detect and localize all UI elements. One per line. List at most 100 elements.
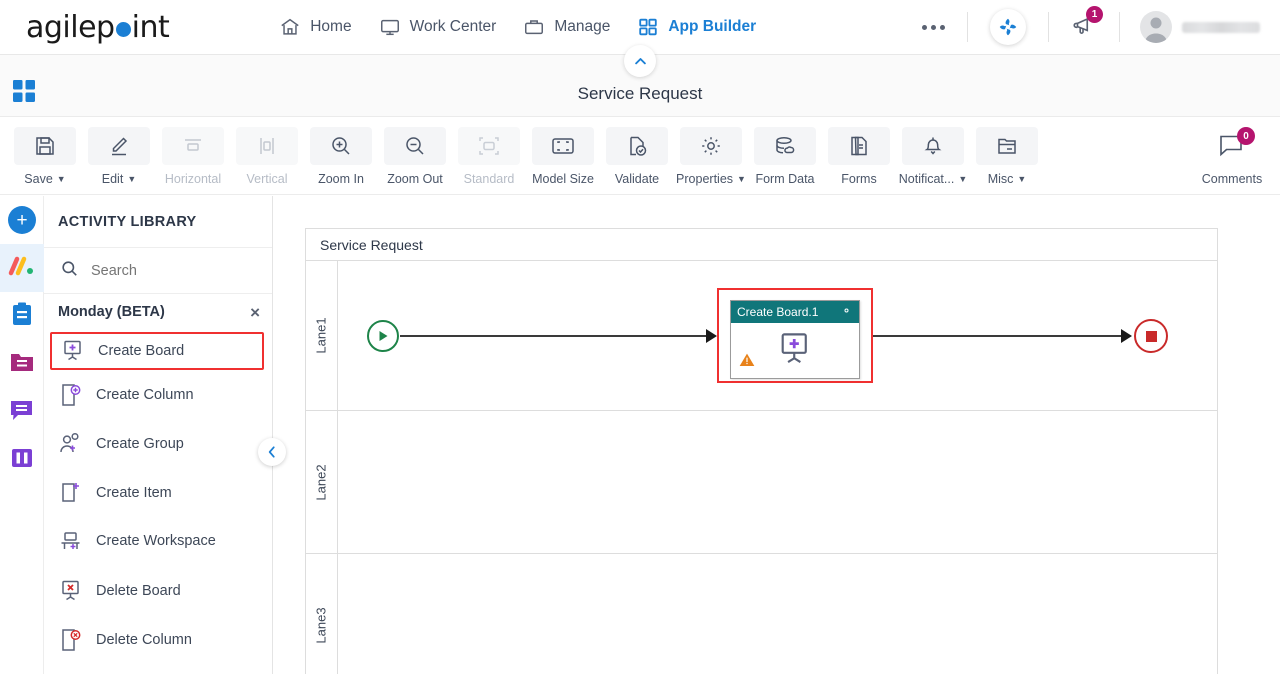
task-settings-gear-icon[interactable]: [840, 304, 853, 320]
logo-text-part1: agilep: [26, 9, 115, 45]
end-event[interactable]: [1134, 319, 1168, 353]
nav-item-work-center[interactable]: Work Center: [379, 16, 496, 38]
activity-item-create-column[interactable]: Create Column: [44, 370, 272, 419]
start-event[interactable]: [367, 320, 399, 352]
toolbar-label-form-data: Form Data: [755, 172, 815, 186]
toolbar-label-validate: Validate: [614, 172, 660, 186]
sequence-flow-1[interactable]: [400, 335, 708, 337]
toolbar-label-comments: Comments: [1201, 172, 1263, 186]
task-create-board[interactable]: Create Board.1: [730, 300, 860, 379]
nav-item-app-builder[interactable]: App Builder: [637, 16, 756, 38]
activity-item-delete-board[interactable]: Delete Board: [44, 566, 272, 615]
notification-badge: 1: [1086, 5, 1103, 23]
toolbar-label-notifications: Notificat...: [898, 172, 955, 186]
standard-size-icon: [458, 127, 520, 165]
chevron-down-icon: ▼: [958, 173, 968, 184]
save-icon: [14, 127, 76, 165]
announcements-button[interactable]: 1: [1071, 5, 1103, 43]
toolbar-label-vertical: Vertical: [246, 172, 288, 186]
lane-1[interactable]: Lane1 Create Board.1: [306, 261, 1217, 411]
agilepoint-pinwheel-button[interactable]: [990, 9, 1026, 45]
activity-label: Delete Board: [96, 582, 181, 599]
rail-item-add[interactable]: +: [0, 196, 44, 244]
panel-title: ACTIVITY LIBRARY: [44, 196, 272, 248]
top-right-actions: 1: [900, 0, 1280, 54]
toolbar-label-forms: Forms: [841, 172, 877, 186]
toolbar-zoom-in[interactable]: Zoom In: [304, 117, 378, 186]
activity-label: Delete Column: [96, 631, 192, 648]
horizontal-align-icon: [162, 127, 224, 165]
user-name: [1182, 21, 1260, 33]
toolbar-edit[interactable]: Edit ▼: [82, 117, 156, 186]
nav-item-manage[interactable]: Manage: [523, 16, 610, 38]
toolbar-save[interactable]: Save ▼: [8, 117, 82, 186]
toolbar-validate[interactable]: Validate: [600, 117, 674, 186]
more-options-button[interactable]: [900, 24, 967, 30]
activity-label: Create Board: [98, 343, 185, 359]
user-profile-menu[interactable]: [1140, 11, 1260, 43]
search-input[interactable]: [91, 262, 241, 279]
toolbar-vertical[interactable]: Vertical: [230, 117, 304, 186]
nav-item-home[interactable]: Home: [279, 16, 352, 38]
toolbar-notifications[interactable]: Notificat... ▼: [896, 117, 970, 186]
toolbar-standard[interactable]: Standard: [452, 117, 526, 186]
collapse-panel-button[interactable]: [258, 438, 286, 466]
chevron-down-icon: ▼: [737, 173, 746, 184]
create-workspace-icon: [58, 529, 84, 555]
lane-2-label-column: Lane2: [306, 411, 338, 553]
bell-icon: [902, 127, 964, 165]
activity-item-delete-column[interactable]: Delete Column: [44, 615, 272, 664]
toolbar-properties[interactable]: Properties ▼: [674, 117, 748, 186]
lane-3[interactable]: Lane3: [306, 554, 1217, 674]
toolbar-horizontal[interactable]: Horizontal: [156, 117, 230, 186]
rail-item-tasks[interactable]: [0, 292, 44, 340]
sequence-flow-1-arrow: [706, 329, 717, 343]
toolbar-zoom-out[interactable]: Zoom Out: [378, 117, 452, 186]
plus-circle-icon: +: [8, 206, 36, 234]
toolbar-misc[interactable]: Misc ▼: [970, 117, 1044, 186]
agilepoint-logo[interactable]: agilep int: [26, 9, 170, 45]
toolbar-label-standard: Standard: [463, 172, 515, 186]
validate-icon: [606, 127, 668, 165]
toolbar-label-properties: Properties: [676, 172, 734, 186]
process-canvas[interactable]: Service Request Lane1 Create Board.1 Lan…: [273, 196, 1280, 674]
activity-item-create-workspace[interactable]: Create Workspace: [44, 517, 272, 566]
toolbar-model-size[interactable]: Model Size: [526, 117, 600, 186]
rail-item-documents[interactable]: [0, 340, 44, 388]
activity-item-create-group[interactable]: Create Group: [44, 419, 272, 468]
lane-2[interactable]: Lane2: [306, 411, 1217, 554]
collapse-header-button[interactable]: [624, 45, 656, 77]
clipboard-icon: [10, 301, 34, 332]
lane-3-body[interactable]: [338, 554, 1217, 674]
rail-item-columns[interactable]: [0, 436, 44, 484]
monitor-icon: [379, 16, 401, 38]
toolbar-label-misc: Misc: [987, 172, 1014, 186]
toolbar-comments[interactable]: 0 Comments: [1184, 117, 1280, 186]
sequence-flow-2-arrow: [1121, 329, 1132, 343]
sequence-flow-2[interactable]: [873, 335, 1123, 337]
pool-title: Service Request: [306, 229, 1217, 261]
lane-1-label-column: Lane1: [306, 261, 338, 410]
activity-group-label: Monday (BETA): [58, 304, 165, 320]
toolbar-form-data[interactable]: Form Data: [748, 117, 822, 186]
monday-logo-icon: [8, 253, 36, 284]
briefcase-icon: [523, 16, 545, 38]
top-nav-items: Home Work Center Manage App Builder: [279, 16, 756, 38]
model-toolbar: Save ▼ Edit ▼ Horizontal Vertical Zoom I…: [0, 117, 1280, 195]
folder-icon: [9, 350, 35, 379]
rail-item-monday[interactable]: [0, 244, 44, 292]
activity-item-create-item[interactable]: Create Item: [44, 468, 272, 517]
lane-1-body[interactable]: Create Board.1: [338, 261, 1217, 410]
activity-group-header: Monday (BETA) ×: [44, 294, 272, 330]
close-icon[interactable]: ×: [250, 304, 260, 321]
pool-service-request[interactable]: Service Request Lane1 Create Board.1 Lan…: [305, 228, 1218, 674]
lane-label: Lane1: [314, 317, 329, 354]
end-square: [1145, 330, 1157, 342]
toolbar-forms[interactable]: Forms: [822, 117, 896, 186]
lane-2-body[interactable]: [338, 411, 1217, 553]
rail-item-messages[interactable]: [0, 388, 44, 436]
zoom-in-icon: [310, 127, 372, 165]
activity-label: Create Workspace: [96, 533, 216, 549]
warning-icon[interactable]: [739, 352, 755, 373]
activity-item-create-board[interactable]: Create Board: [50, 332, 264, 370]
